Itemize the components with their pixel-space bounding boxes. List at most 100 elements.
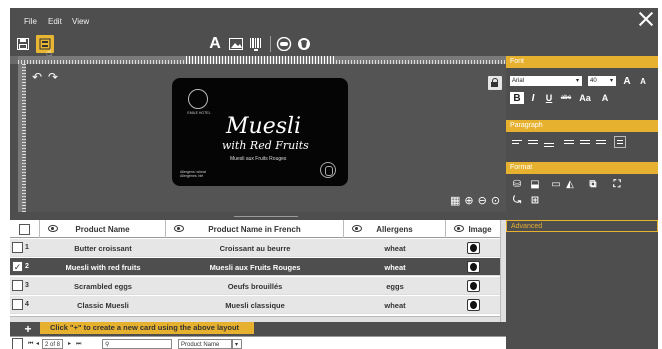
rotate-icon[interactable]: ⤿ <box>510 194 524 206</box>
text-tool-button[interactable]: A <box>207 35 223 53</box>
search-input[interactable]: ⚲ <box>102 339 172 349</box>
cell-product-name[interactable]: Classic Muesli <box>40 296 166 314</box>
underline-button[interactable]: U <box>542 92 556 104</box>
paint-bucket-icon[interactable]: ⛁ <box>510 178 524 190</box>
cell-allergens[interactable]: wheat <box>344 258 446 276</box>
column-allergens[interactable]: Allergens <box>344 220 446 238</box>
column-product-name[interactable]: Product Name <box>40 220 166 238</box>
menu-edit[interactable]: Edit <box>48 17 62 26</box>
eye-icon[interactable] <box>454 225 464 232</box>
italic-button[interactable]: I <box>526 92 540 104</box>
barcode-icon[interactable] <box>248 35 264 53</box>
align-bottom-icon[interactable] <box>544 138 556 148</box>
align-left-icon[interactable] <box>512 138 524 148</box>
panel-splitter[interactable] <box>234 216 298 218</box>
cell-product-name[interactable]: Scrambled eggs <box>40 277 166 295</box>
align-justify-icon[interactable] <box>564 138 576 148</box>
row-checkbox[interactable] <box>12 242 23 253</box>
cell-product-name-fr[interactable]: Muesli classique <box>166 296 344 314</box>
table-row[interactable]: 4 Classic Muesli Muesli classique wheat <box>10 296 500 314</box>
shrink-font-button[interactable]: A <box>636 75 650 87</box>
close-icon[interactable] <box>638 11 654 27</box>
align-center-icon[interactable] <box>528 138 540 148</box>
cell-allergens[interactable]: wheat <box>344 239 446 257</box>
cell-product-name-fr[interactable]: Oeufs brouillés <box>166 277 344 295</box>
cell-product-name-fr[interactable]: Croissant au beurre <box>166 239 344 257</box>
paragraph-section-header[interactable]: Paragraph <box>506 120 658 132</box>
font-size-select[interactable]: 40 <box>588 76 608 86</box>
allergen-badge-icon[interactable] <box>320 162 336 178</box>
image-icon[interactable] <box>228 35 244 53</box>
shape-icon[interactable]: ◭ <box>564 178 576 190</box>
eye-icon[interactable] <box>48 225 58 232</box>
add-card-button[interactable]: + <box>22 323 34 335</box>
strikethrough-button[interactable]: abc <box>558 92 574 104</box>
card-subtitle[interactable]: with Red Fruits <box>222 139 309 152</box>
chevron-down-icon[interactable]: ▾ <box>574 76 582 86</box>
eye-icon[interactable] <box>174 225 184 232</box>
table-row[interactable]: 3 Scrambled eggs Oeufs brouillés eggs <box>10 277 500 295</box>
chevron-down-icon[interactable]: ▾ <box>232 339 242 349</box>
advanced-section-header[interactable]: Advanced <box>506 220 658 232</box>
page-indicator[interactable]: 2 of 8 <box>42 339 64 349</box>
row-checkbox[interactable]: ✓ <box>12 261 23 272</box>
select-all-checkbox[interactable] <box>19 223 30 235</box>
last-page-icon[interactable]: ⏭ <box>76 339 81 349</box>
allergen-image-icon[interactable] <box>467 299 480 311</box>
search-field-select[interactable]: Product Name <box>178 339 232 349</box>
menu-file[interactable]: File <box>24 17 37 26</box>
row-checkbox[interactable] <box>12 299 23 310</box>
trash-icon[interactable] <box>12 338 23 349</box>
cell-product-name[interactable]: Butter croissant <box>40 239 166 257</box>
card-title[interactable]: Muesli <box>226 114 301 139</box>
fit-page-icon[interactable]: ▦ <box>450 194 460 207</box>
eye-icon[interactable] <box>352 225 362 232</box>
bring-forward-icon[interactable]: ⧉ <box>586 178 600 190</box>
bold-button[interactable]: B <box>510 92 524 104</box>
card-allergens-fr: Allergènes: blé <box>180 174 204 178</box>
column-image[interactable]: Image <box>446 220 500 238</box>
design-canvas[interactable]: ↶ ↷ EMILE HOTEL Muesli with Red Fruits M… <box>26 64 506 212</box>
rounded-shape-icon[interactable] <box>276 35 292 53</box>
change-case-button[interactable]: Aa <box>576 92 594 104</box>
frame-icon[interactable]: ⛶ <box>610 178 624 190</box>
group-icon[interactable]: ⊞ <box>528 194 542 206</box>
column-product-name-fr[interactable]: Product Name in French <box>166 220 344 238</box>
menu-view[interactable]: View <box>72 17 89 26</box>
lock-icon[interactable] <box>488 76 502 90</box>
undo-icon[interactable]: ↶ <box>32 71 44 83</box>
font-family-select[interactable]: Arial <box>510 76 574 86</box>
first-page-icon[interactable]: ⏮ <box>28 339 33 349</box>
allergen-icon[interactable] <box>296 35 312 53</box>
chevron-down-icon[interactable]: ▾ <box>608 76 616 86</box>
zoom-in-icon[interactable]: ⊕ <box>464 194 473 207</box>
format-section-header[interactable]: Format <box>506 162 658 174</box>
allergen-image-icon[interactable] <box>467 242 480 254</box>
prev-page-icon[interactable]: ◂ <box>36 339 39 349</box>
cell-allergens[interactable]: wheat <box>344 296 446 314</box>
next-page-icon[interactable]: ▸ <box>68 339 71 349</box>
font-color-button[interactable]: A <box>598 92 612 104</box>
card-french-name[interactable]: Muesli aux Fruits Rouges <box>230 156 286 162</box>
align-right-icon[interactable] <box>596 138 608 148</box>
zoom-out-icon[interactable]: ⊖ <box>478 194 487 207</box>
table-row[interactable]: ✓ 2 Muesli with red fruits Muesli aux Fr… <box>10 258 500 276</box>
fill-color-icon[interactable]: ⬓ <box>528 178 542 190</box>
allergen-image-icon[interactable] <box>467 261 480 273</box>
cell-product-name-fr[interactable]: Muesli aux Fruits Rouges <box>166 258 344 276</box>
border-icon[interactable]: ▭ <box>548 178 564 190</box>
row-checkbox[interactable] <box>12 280 23 291</box>
cell-product-name[interactable]: Muesli with red fruits <box>40 258 166 276</box>
allergen-image-icon[interactable] <box>467 280 480 292</box>
line-spacing-icon[interactable] <box>614 136 626 148</box>
zoom-reset-icon[interactable]: ⊙ <box>491 194 500 207</box>
card-allergens[interactable]: Allergens: wheat Allergènes: blé <box>180 170 206 178</box>
save-icon[interactable] <box>16 35 30 53</box>
cell-allergens[interactable]: eggs <box>344 277 446 295</box>
grow-font-button[interactable]: A <box>620 75 634 87</box>
card-preview[interactable]: EMILE HOTEL Muesli with Red Fruits Muesl… <box>172 78 348 186</box>
table-row[interactable]: 1 Butter croissant Croissant au beurre w… <box>10 239 500 257</box>
redo-icon[interactable]: ↷ <box>48 71 60 83</box>
font-section-header[interactable]: Font <box>506 56 658 68</box>
align-middle-icon[interactable] <box>580 138 592 148</box>
